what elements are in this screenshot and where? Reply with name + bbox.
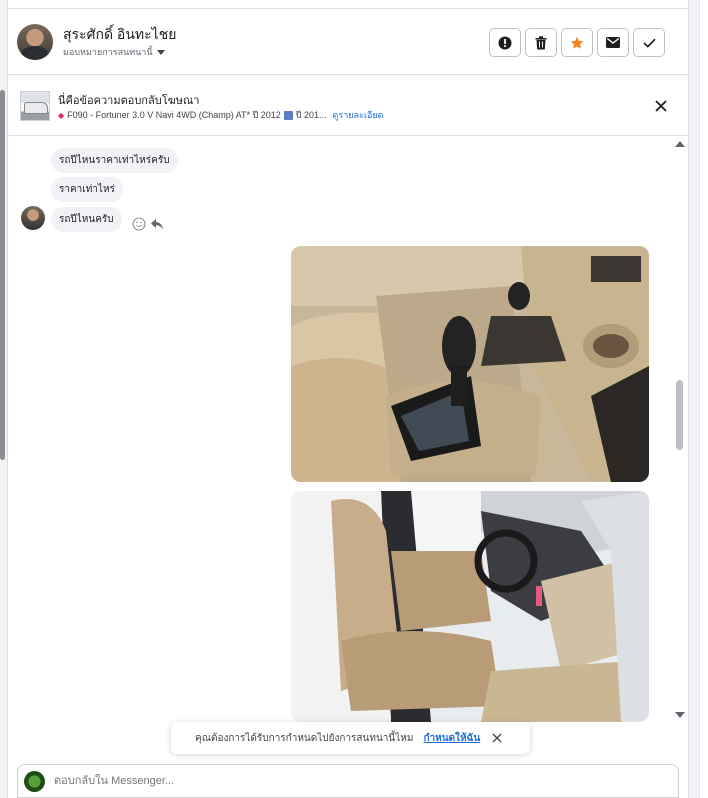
assign-dropdown[interactable]: มอบหมายการสนทนานี้ <box>63 45 165 59</box>
message-bubble[interactable]: รถปีไหนราคาเท่าไหร่ครับ <box>51 148 178 173</box>
reply-composer <box>17 764 679 798</box>
assign-label: มอบหมายการสนทนานี้ <box>63 47 153 57</box>
scrollbar-thumb[interactable] <box>676 380 683 450</box>
close-icon[interactable] <box>652 97 670 115</box>
ad-reply-banner: นี่คือข้อความตอบกลับโฆษณา ◆ F090 - Fortu… <box>8 76 688 136</box>
star-icon <box>570 36 584 49</box>
reply-input[interactable] <box>54 765 654 797</box>
smiley-icon[interactable] <box>132 217 146 231</box>
delete-button[interactable] <box>525 28 557 57</box>
car-interior-photo[interactable] <box>291 246 649 482</box>
calendar-icon <box>283 110 293 120</box>
ad-subtitle: ◆ F090 - Fortuner 3.0 V Navi 4WD (Champ)… <box>58 108 384 122</box>
scroll-down-arrow[interactable] <box>675 712 685 718</box>
assign-to-me-link[interactable]: กำหนดให้ฉัน <box>423 731 480 746</box>
conversation-header: สุระศักดิ์ อินทะไชย มอบหมายการสนทนานี้ <box>8 9 688 75</box>
car-icon: ◆ <box>58 110 65 120</box>
done-button[interactable] <box>633 28 665 57</box>
header-actions <box>489 28 665 57</box>
envelope-icon <box>606 37 620 48</box>
ad-subtitle-extra: ปี 201... <box>295 110 327 120</box>
ad-title: นี่คือข้อความตอบกลับโฆษณา <box>58 95 200 107</box>
star-button[interactable] <box>561 28 593 57</box>
left-scrollbar[interactable] <box>0 0 8 798</box>
thread-scrollbar[interactable] <box>672 137 686 722</box>
chevron-down-icon <box>156 49 165 55</box>
message-bubble[interactable]: รถปีไหนครับ <box>51 207 122 232</box>
page-avatar <box>24 771 45 792</box>
inbox-conversation-panel: สุระศักดิ์ อินทะไชย มอบหมายการสนทนานี้ น… <box>0 0 708 798</box>
report-button[interactable] <box>489 28 521 57</box>
ad-details-link[interactable]: ดูรายละเอียด <box>333 108 384 122</box>
assign-notification: คุณต้องการได้รับการกำหนดไปยังการสนทนานี้… <box>171 722 530 754</box>
avatar[interactable] <box>21 206 45 230</box>
ad-subtitle-text: F090 - Fortuner 3.0 V Navi 4WD (Champ) A… <box>67 110 281 120</box>
trash-icon <box>535 35 547 49</box>
car-interior-photo[interactable] <box>291 491 649 722</box>
close-icon[interactable] <box>491 732 503 744</box>
reply-icon[interactable] <box>150 217 164 231</box>
left-scrollbar-thumb[interactable] <box>0 90 5 460</box>
user-name[interactable]: สุระศักดิ์ อินทะไชย <box>63 24 176 46</box>
right-panel-edge <box>688 0 708 798</box>
ad-thumbnail[interactable] <box>20 91 50 121</box>
alert-circle-icon <box>498 36 512 49</box>
avatar[interactable] <box>17 24 53 60</box>
message-thread[interactable]: รถปีไหนราคาเท่าไหร่ครับ ราคาเท่าไหร่ รถป… <box>8 137 688 722</box>
mark-unread-button[interactable] <box>597 28 629 57</box>
assign-notification-text: คุณต้องการได้รับการกำหนดไปยังการสนทนานี้… <box>195 732 414 744</box>
check-icon <box>642 38 656 48</box>
scroll-up-arrow[interactable] <box>675 141 685 147</box>
message-bubble[interactable]: ราคาเท่าไหร่ <box>51 177 123 202</box>
